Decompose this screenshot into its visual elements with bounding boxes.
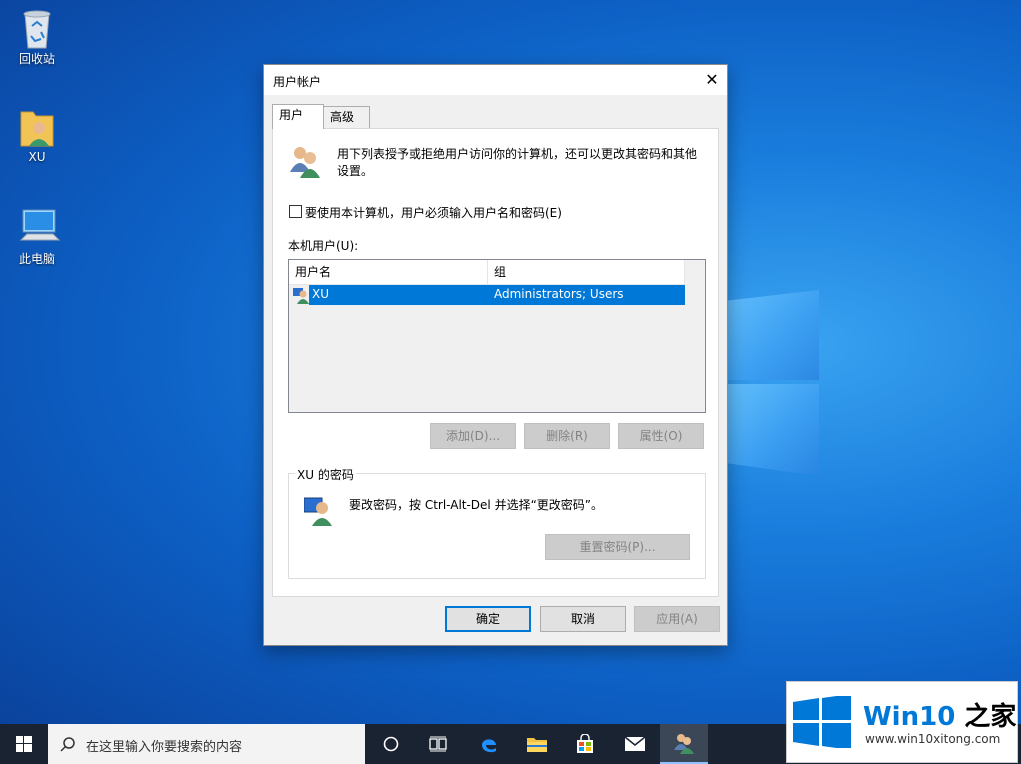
- user-folder-icon: [17, 106, 57, 147]
- reset-password-button[interactable]: 重置密码(P)...: [545, 534, 690, 560]
- desktop-icon-recycle-bin[interactable]: 回收站: [5, 6, 69, 67]
- site-watermark: Win10 之家 www.win10xitong.com: [786, 681, 1018, 763]
- desktop-icon-label: XU: [28, 150, 46, 164]
- search-icon: [60, 737, 75, 752]
- column-header-group[interactable]: 组: [488, 260, 685, 284]
- desktop-icon-this-pc[interactable]: 此电脑: [5, 206, 69, 267]
- desktop-wallpaper-pane-bl: [726, 384, 819, 476]
- edge-button[interactable]: [465, 724, 513, 764]
- windows-logo-icon: [16, 736, 32, 752]
- folder-icon: [527, 738, 547, 752]
- users-group-icon: [674, 734, 694, 754]
- close-icon[interactable]: ✕: [697, 65, 727, 95]
- watermark-brand-suffix: 之家: [955, 702, 1017, 732]
- store-bag-icon: [577, 734, 593, 753]
- users-group-icon: [288, 144, 322, 178]
- user-accounts-dialog: 用户帐户 ✕ 用户 高级 用下列表授予或拒绝用户访问你的计算机，还可以更改其密码…: [263, 64, 728, 646]
- computer-icon: [17, 206, 61, 246]
- row-username: XU: [312, 287, 330, 301]
- row-group: Administrators; Users: [494, 287, 624, 301]
- users-tab-panel: 用下列表授予或拒绝用户访问你的计算机，还可以更改其密码和其他设置。 要使用本计算…: [272, 128, 719, 597]
- checkbox-label: 要使用本计算机，用户必须输入用户名和密码(E): [305, 206, 562, 220]
- password-instructions: 要改密码，按 Ctrl-Alt-Del 并选择“更改密码”。: [349, 498, 604, 512]
- checkbox-box[interactable]: [289, 205, 302, 218]
- user-accounts-taskbar-button[interactable]: [660, 724, 708, 764]
- watermark-url: www.win10xitong.com: [865, 732, 1001, 746]
- dialog-title: 用户帐户: [273, 75, 322, 89]
- column-header-username[interactable]: 用户名: [289, 260, 488, 284]
- user-properties-button[interactable]: 属性(O): [618, 423, 704, 449]
- ok-button[interactable]: 确定: [445, 606, 531, 632]
- table-row[interactable]: XU Administrators; Users: [309, 285, 685, 305]
- remove-user-button[interactable]: 删除(R): [524, 423, 610, 449]
- password-group-title: XU 的密码: [295, 466, 356, 483]
- task-view-icon: [429, 736, 447, 752]
- file-explorer-button[interactable]: [513, 724, 561, 764]
- desktop-icon-label: 此电脑: [18, 252, 55, 266]
- taskbar-search-input[interactable]: 在这里输入你要搜索的内容: [48, 724, 365, 764]
- tab-users[interactable]: 用户: [272, 104, 324, 129]
- desktop-wallpaper-pane-tl: [726, 290, 819, 380]
- cortana-button[interactable]: [367, 724, 415, 764]
- recycle-bin-icon: [17, 6, 57, 49]
- mail-icon: [624, 736, 646, 751]
- password-groupbox: XU 的密码 要改密码，按 Ctrl-Alt-Del 并选择“更改密码”。 重置…: [288, 466, 706, 579]
- windows-logo-icon: [793, 696, 851, 748]
- store-button[interactable]: [561, 724, 609, 764]
- watermark-brand-prefix: Win10: [863, 702, 956, 732]
- cancel-button[interactable]: 取消: [540, 606, 626, 632]
- intro-text: 用下列表授予或拒绝用户访问你的计算机，还可以更改其密码和其他设置。: [337, 147, 698, 178]
- dialog-titlebar[interactable]: 用户帐户 ✕: [264, 65, 727, 95]
- cortana-icon: [383, 736, 399, 752]
- local-users-label: 本机用户(U):: [288, 239, 359, 253]
- edge-icon: [482, 739, 496, 753]
- users-list-header: 用户名 组: [289, 260, 685, 285]
- desktop-icon-label: 回收站: [18, 52, 55, 66]
- user-password-icon: [303, 494, 334, 526]
- search-placeholder: 在这里输入你要搜索的内容: [86, 740, 243, 755]
- apply-button[interactable]: 应用(A): [634, 606, 720, 632]
- user-row-icon: [293, 286, 309, 304]
- desktop-icon-user-folder[interactable]: XU: [5, 106, 69, 164]
- mail-button[interactable]: [611, 724, 659, 764]
- start-button[interactable]: [0, 724, 48, 764]
- watermark-brand: Win10 之家: [863, 696, 1016, 733]
- add-user-button[interactable]: 添加(D)...: [430, 423, 516, 449]
- tab-advanced[interactable]: 高级: [323, 106, 370, 128]
- task-view-button[interactable]: [414, 724, 462, 764]
- users-list[interactable]: 用户名 组 XU Administrators; Users: [288, 259, 706, 413]
